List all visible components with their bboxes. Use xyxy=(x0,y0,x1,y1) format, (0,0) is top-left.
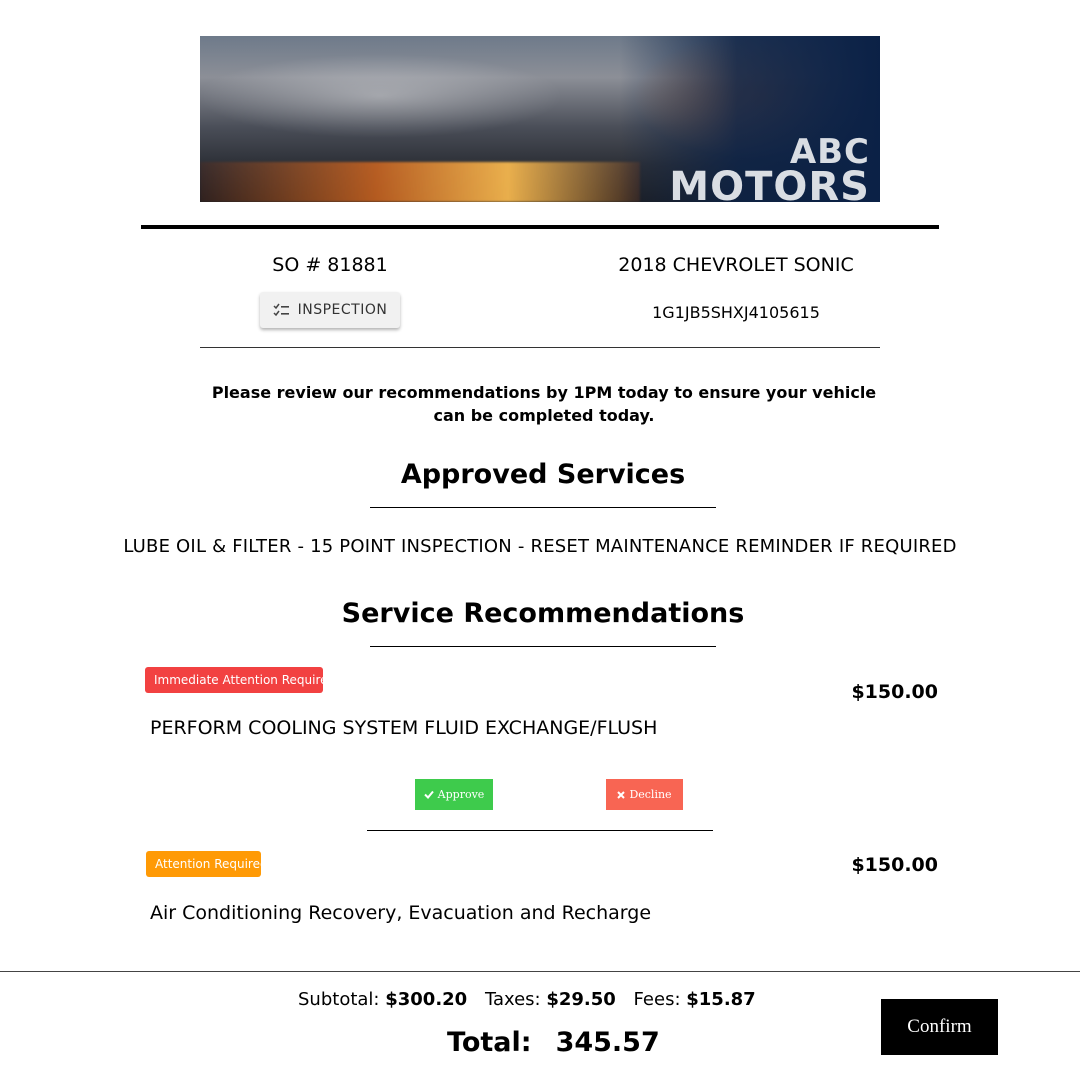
approved-services-title: Approved Services xyxy=(400,459,686,490)
approve-button-label: Approve xyxy=(437,788,485,801)
approved-services-list: LUBE OIL & FILTER - 15 POINT INSPECTION … xyxy=(123,536,957,557)
vehicle-name: 2018 CHEVROLET SONIC xyxy=(618,254,854,276)
attention-required-badge: Attention Required xyxy=(146,851,268,877)
recommendation-1-description: PERFORM COOLING SYSTEM FLUID EXCHANGE/FL… xyxy=(150,717,658,739)
service-order-number: SO # 81881 xyxy=(272,254,388,276)
total-label: Total: xyxy=(447,1027,532,1058)
grand-total: Total: 345.57 xyxy=(447,1027,660,1058)
subtotal-value: $300.20 xyxy=(385,989,468,1010)
header-banner: ABC MOTORS xyxy=(200,36,880,202)
recommendation-2-price: $150.00 xyxy=(851,854,938,876)
check-icon xyxy=(423,790,434,799)
checklist-icon xyxy=(273,303,289,317)
totals-summary: Subtotal: $300.20 Taxes: $29.50 Fees: $1… xyxy=(298,989,756,1010)
decline-button[interactable]: Decline xyxy=(606,779,683,810)
inspection-button-label: INSPECTION xyxy=(297,302,388,318)
total-value: 345.57 xyxy=(555,1027,660,1058)
approve-button[interactable]: Approve xyxy=(415,779,493,810)
abc-motors-logo: ABC MOTORS xyxy=(669,135,870,202)
recommendation-1-price: $150.00 xyxy=(851,681,938,703)
vehicle-vin: 1G1JB5SHXJ4105615 xyxy=(652,303,820,322)
taxes-label: Taxes: xyxy=(484,989,541,1010)
banner-fire-graphic xyxy=(200,162,640,202)
inspection-button[interactable]: INSPECTION xyxy=(260,292,400,328)
recommendation-divider xyxy=(367,830,713,831)
logo-line-2: MOTORS xyxy=(669,164,870,202)
close-icon xyxy=(617,790,626,799)
approved-services-divider xyxy=(370,507,716,508)
immediate-attention-badge: Immediate Attention Required xyxy=(145,667,335,693)
review-notice: Please review our recommendations by 1PM… xyxy=(211,383,877,425)
info-divider xyxy=(200,347,880,348)
confirm-button[interactable]: Confirm xyxy=(881,999,998,1055)
service-recommendations-title: Service Recommendations xyxy=(341,598,745,629)
subtotal-label: Subtotal: xyxy=(298,989,380,1010)
service-recommendations-divider xyxy=(370,646,716,647)
fees-label: Fees: xyxy=(633,989,681,1010)
fees-value: $15.87 xyxy=(686,989,756,1010)
recommendation-2-description: Air Conditioning Recovery, Evacuation an… xyxy=(150,902,652,924)
decline-button-label: Decline xyxy=(629,788,672,801)
taxes-value: $29.50 xyxy=(546,989,616,1010)
header-divider xyxy=(141,225,939,229)
footer-divider xyxy=(0,971,1080,972)
